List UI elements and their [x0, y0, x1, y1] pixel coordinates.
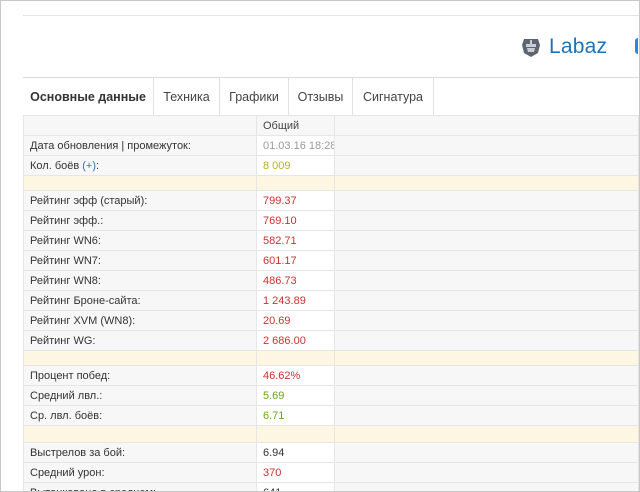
row-label: Рейтинг WN8:: [23, 270, 257, 291]
section-separator: [23, 425, 639, 443]
row-label: Рейтинг WG:: [23, 330, 257, 351]
row-value: 2 686.00: [256, 330, 335, 351]
table-row: Рейтинг эфф (старый): 799.37: [23, 190, 639, 211]
row-label: Вытанковано в среднем:: [23, 482, 257, 491]
row-label: Выстрелов за бой:: [23, 442, 257, 463]
filler-cell: [334, 442, 639, 463]
header-empty-cell: [23, 115, 257, 136]
row-value: 486.73: [256, 270, 335, 291]
header-filler-cell: [334, 115, 639, 136]
brand-logo[interactable]: Labaz: [520, 34, 607, 60]
row-value: 1 243.89: [256, 290, 335, 311]
row-label: Рейтинг Броне-сайта:: [23, 290, 257, 311]
row-value: 601.17: [256, 250, 335, 271]
row-value: 799.37: [256, 190, 335, 211]
table-row: Ср. лвл. боёв: 6.71: [23, 405, 639, 426]
table-header-row: Общий: [23, 115, 639, 136]
tab-main-data[interactable]: Основные данные: [23, 78, 154, 116]
row-label: Рейтинг эфф (старый):: [23, 190, 257, 211]
section-separator: [23, 350, 639, 366]
filler-cell: [334, 330, 639, 351]
cut-off-icon: [635, 38, 639, 54]
row-label: Средний урон:: [23, 462, 257, 483]
filler-cell: [334, 190, 639, 211]
row-label: Рейтинг эфф.:: [23, 210, 257, 231]
row-value: 6.94: [256, 442, 335, 463]
row-value: 8 009: [256, 155, 335, 176]
row-value: 370: [256, 462, 335, 483]
tab-bar: Основные данные Техника Графики Отзывы С…: [23, 77, 639, 117]
table-row: Рейтинг эфф.: 769.10: [23, 210, 639, 231]
page-frame: Labaz Основные данные Техника Графики От…: [0, 0, 640, 492]
table-row: Средний урон: 370: [23, 462, 639, 483]
table-row: Рейтинг WN7: 601.17: [23, 250, 639, 271]
colon: :: [96, 159, 100, 172]
filler-cell: [334, 290, 639, 311]
table-row: Выстрелов за бой: 6.94: [23, 442, 639, 463]
row-value: 769.10: [256, 210, 335, 231]
tank-icon: [522, 39, 540, 57]
tab-vehicles[interactable]: Техника: [154, 78, 220, 116]
row-label: Рейтинг WN7:: [23, 250, 257, 271]
table-row: Дата обновления | промежуток: 01.03.16 1…: [23, 135, 639, 156]
filler-cell: [334, 482, 639, 491]
add-battles-link[interactable]: (+): [82, 160, 96, 172]
table-row: Процент побед: 46.62%: [23, 365, 639, 386]
filler-cell: [334, 230, 639, 251]
section-separator: [23, 175, 639, 191]
table-row: Кол. боёв (+): 8 009: [23, 155, 639, 176]
row-value: 5.69: [256, 385, 335, 406]
table-row: Рейтинг Броне-сайта: 1 243.89: [23, 290, 639, 311]
site-header: Labaz: [23, 15, 639, 78]
row-label: Ср. лвл. боёв:: [23, 405, 257, 426]
row-label: Кол. боёв (+):: [23, 155, 257, 176]
filler-cell: [334, 250, 639, 271]
column-header-overall: Общий: [256, 115, 335, 136]
filler-cell: [334, 210, 639, 231]
filler-cell: [334, 135, 639, 156]
row-value: 582.71: [256, 230, 335, 251]
filler-cell: [334, 155, 639, 176]
battles-label: Кол. боёв: [30, 159, 80, 172]
row-value: 46.62%: [256, 365, 335, 386]
tab-signature[interactable]: Сигнатура: [353, 78, 434, 116]
row-value: 641: [256, 482, 335, 491]
row-label: Рейтинг XVM (WN8):: [23, 310, 257, 331]
table-row: Вытанковано в среднем: 641: [23, 482, 639, 491]
table-row: Рейтинг XVM (WN8): 20.69: [23, 310, 639, 331]
row-label: Процент побед:: [23, 365, 257, 386]
row-value: 6.71: [256, 405, 335, 426]
row-value: 20.69: [256, 310, 335, 331]
filler-cell: [334, 462, 639, 483]
filler-cell: [334, 385, 639, 406]
filler-cell: [334, 405, 639, 426]
filler-cell: [334, 270, 639, 291]
row-label: Дата обновления | промежуток:: [23, 135, 257, 156]
table-row: Рейтинг WN8: 486.73: [23, 270, 639, 291]
stats-table: Общий Дата обновления | промежуток: 01.0…: [23, 115, 639, 491]
tab-reviews[interactable]: Отзывы: [289, 78, 353, 116]
table-row: Рейтинг WN6: 582.71: [23, 230, 639, 251]
row-value: 01.03.16 18:28: [256, 135, 335, 156]
filler-cell: [334, 365, 639, 386]
row-label: Рейтинг WN6:: [23, 230, 257, 251]
table-row: Рейтинг WG: 2 686.00: [23, 330, 639, 351]
table-row: Средний лвл.: 5.69: [23, 385, 639, 406]
row-label: Средний лвл.:: [23, 385, 257, 406]
filler-cell: [334, 310, 639, 331]
brand-name: Labaz: [549, 35, 608, 58]
tab-charts[interactable]: Графики: [220, 78, 289, 116]
